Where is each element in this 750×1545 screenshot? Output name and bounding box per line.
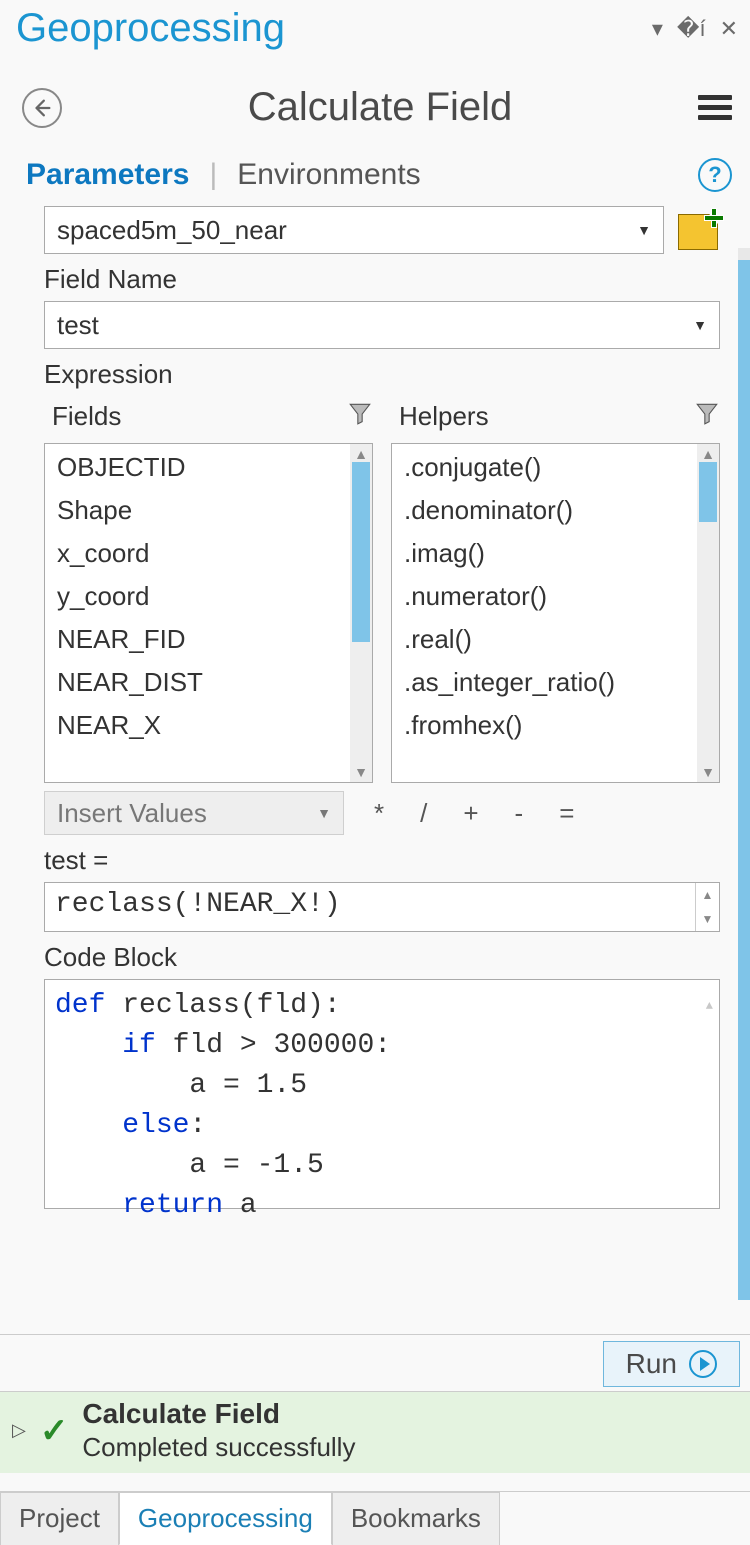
list-item[interactable]: .numerator() [404,581,685,612]
op-divide[interactable]: / [420,798,427,829]
chevron-up-icon[interactable]: ▲ [696,883,719,907]
fields-listbox[interactable]: OBJECTID Shape x_coord y_coord NEAR_FID … [44,443,373,783]
browse-button[interactable] [676,210,720,250]
pane-header: Geoprocessing ▾ �í ✕ [0,0,750,57]
helpers-column: Helpers .conjugate() .denominator() .ima… [391,398,720,783]
input-table-value: spaced5m_50_near [57,215,637,246]
plus-icon [704,208,722,226]
list-item[interactable]: .conjugate() [404,452,685,483]
op-add[interactable]: + [463,798,478,829]
pane-controls: ▾ �í ✕ [652,16,738,42]
insert-ops-row: Insert Values ▼ * / + - = [44,791,720,835]
status-message: Completed successfully [82,1432,355,1463]
chevron-down-icon[interactable]: ▼ [696,907,719,931]
chevron-down-icon: ▼ [693,317,707,333]
helpers-listbox[interactable]: .conjugate() .denominator() .imag() .num… [391,443,720,783]
expression-columns: Fields OBJECTID Shape x_coord y_coord NE… [44,398,720,783]
form-scrollbar[interactable] [738,248,750,1298]
tab-parameters[interactable]: Parameters [26,158,189,192]
tool-title-row: Calculate Field [0,57,750,140]
tab-row: Parameters | Environments ? [0,140,750,196]
run-button[interactable]: Run [603,1341,740,1387]
menu-caret-icon[interactable]: ▾ [652,16,663,42]
filter-icon[interactable] [347,400,373,433]
chevron-down-icon: ▼ [637,222,651,238]
filter-icon[interactable] [694,400,720,433]
list-item[interactable]: Shape [57,495,338,526]
op-subtract[interactable]: - [515,798,524,829]
tool-title: Calculate Field [62,85,698,130]
expression-spinner[interactable]: ▲ ▼ [695,883,719,931]
field-name-value: test [57,310,693,341]
bottom-tab-bar: Project Geoprocessing Bookmarks [0,1491,750,1545]
list-item[interactable]: y_coord [57,581,338,612]
list-item[interactable]: .real() [404,624,685,655]
tab-separator: | [209,158,217,192]
expression-value: reclass(!NEAR_X!) [45,883,695,931]
helpers-label: Helpers [399,401,489,432]
list-item[interactable]: NEAR_X [57,710,338,741]
insert-values-label: Insert Values [57,798,207,829]
status-bar[interactable]: ▷ ✓ Calculate Field Completed successful… [0,1391,750,1473]
checkmark-icon: ✓ [40,1411,69,1451]
insert-values-dropdown[interactable]: Insert Values ▼ [44,791,344,835]
input-table-dropdown[interactable]: spaced5m_50_near ▼ [44,206,664,254]
chevron-down-icon: ▼ [317,805,331,821]
operator-buttons: * / + - = [354,798,574,829]
form-body: spaced5m_50_near ▼ Field Name test ▼ Exp… [0,196,750,1219]
code-block-label: Code Block [44,942,720,973]
chevron-up-icon: ▲ [706,986,713,1026]
op-equals[interactable]: = [559,798,574,829]
tab-project[interactable]: Project [0,1492,119,1545]
pane-title: Geoprocessing [16,6,285,51]
list-item[interactable]: NEAR_FID [57,624,338,655]
list-item[interactable]: x_coord [57,538,338,569]
list-item[interactable]: .fromhex() [404,710,685,741]
hamburger-icon[interactable] [698,90,732,125]
fields-label: Fields [52,401,121,432]
code-block-input[interactable]: ▲def reclass(fld): if fld > 300000: a = … [44,979,720,1209]
status-title: Calculate Field [82,1398,355,1430]
footer: Run ▷ ✓ Calculate Field Completed succes… [0,1334,750,1473]
expand-icon[interactable]: ▷ [12,1420,26,1441]
list-item[interactable]: NEAR_DIST [57,667,338,698]
help-icon[interactable]: ? [698,158,732,192]
list-item[interactable]: .as_integer_ratio() [404,667,685,698]
list-item[interactable]: .imag() [404,538,685,569]
tab-bookmarks[interactable]: Bookmarks [332,1492,500,1545]
op-multiply[interactable]: * [374,798,384,829]
expression-input[interactable]: reclass(!NEAR_X!) ▲ ▼ [44,882,720,932]
expression-target-label: test = [44,845,720,876]
tab-geoprocessing[interactable]: Geoprocessing [119,1492,332,1545]
back-button[interactable] [22,88,62,128]
pin-icon[interactable]: �í [677,16,706,42]
field-name-label: Field Name [44,264,720,295]
field-name-dropdown[interactable]: test ▼ [44,301,720,349]
run-label: Run [626,1348,677,1380]
tab-environments[interactable]: Environments [237,158,420,192]
list-item[interactable]: OBJECTID [57,452,338,483]
arrow-left-icon [31,97,53,119]
helpers-scrollbar[interactable]: ▲▼ [697,444,719,782]
fields-column: Fields OBJECTID Shape x_coord y_coord NE… [44,398,373,783]
expression-label: Expression [44,359,720,390]
list-item[interactable]: .denominator() [404,495,685,526]
close-icon[interactable]: ✕ [720,16,738,42]
play-icon [689,1350,717,1378]
fields-scrollbar[interactable]: ▲▼ [350,444,372,782]
